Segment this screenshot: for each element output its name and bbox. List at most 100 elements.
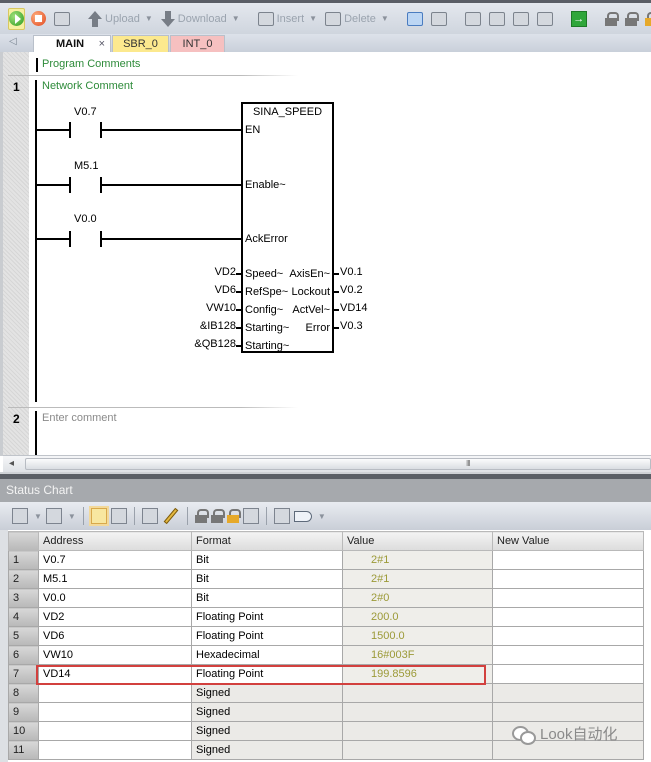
address-cell[interactable]: VD2	[38, 607, 192, 627]
unlock-button[interactable]	[623, 8, 639, 30]
protect-button[interactable]	[643, 8, 651, 30]
lock-button[interactable]	[603, 8, 619, 30]
chevron-down-icon[interactable]: ▼	[34, 512, 42, 521]
address-cell[interactable]: VW10	[38, 645, 192, 665]
address-cell[interactable]	[38, 702, 192, 722]
address-cell[interactable]	[38, 740, 192, 760]
new-value-cell[interactable]	[492, 550, 644, 570]
table-row[interactable]: 5 VD6 Floating Point 1500.0	[8, 626, 644, 646]
program-comments[interactable]: Program Comments	[42, 58, 140, 70]
new-value-cell[interactable]	[492, 702, 644, 722]
format-cell[interactable]: Hexadecimal	[191, 645, 343, 665]
output-operand[interactable]: V0.2	[340, 284, 363, 296]
address-cell[interactable]: V0.0	[38, 588, 192, 608]
tab-int-0[interactable]: INT_0	[170, 35, 225, 52]
read-forced-icon[interactable]	[242, 508, 259, 524]
header-address[interactable]: Address	[38, 531, 192, 551]
format-cell[interactable]: Signed	[191, 721, 343, 741]
force-icon[interactable]	[194, 509, 209, 523]
input-operand[interactable]: VD2	[215, 266, 236, 278]
address-cell[interactable]: M5.1	[38, 569, 192, 589]
unforce-icon[interactable]	[210, 509, 225, 523]
read-icon[interactable]	[141, 508, 158, 524]
unforce-all-icon[interactable]	[226, 509, 241, 523]
contact-no-left[interactable]	[69, 122, 71, 138]
table-row[interactable]: 4 VD2 Floating Point 200.0	[8, 607, 644, 627]
new-value-cell[interactable]	[492, 645, 644, 665]
chart-status-icon[interactable]	[90, 508, 107, 524]
address-cell[interactable]	[38, 683, 192, 703]
format-cell[interactable]: Floating Point	[191, 626, 343, 646]
contact-no-left[interactable]	[69, 231, 71, 247]
address-cell[interactable]: VD14	[38, 664, 192, 684]
insert-button[interactable]: Insert ▼	[256, 8, 319, 30]
bookmark-button[interactable]	[463, 8, 483, 30]
address-cell[interactable]	[38, 721, 192, 741]
new-value-cell[interactable]	[492, 664, 644, 684]
address-cell[interactable]: VD6	[38, 626, 192, 646]
tag-icon[interactable]	[293, 510, 312, 522]
horizontal-scrollbar[interactable]: ◂ III	[3, 455, 651, 472]
bookmark-prev-button[interactable]	[487, 8, 507, 30]
format-cell[interactable]: Floating Point	[191, 607, 343, 627]
format-cell[interactable]: Bit	[191, 569, 343, 589]
table-row[interactable]: 9 Signed	[8, 702, 644, 722]
bookmark-next-button[interactable]	[511, 8, 531, 30]
network-comment[interactable]: Enter comment	[42, 412, 117, 424]
table-row[interactable]: 2 M5.1 Bit 2#1	[8, 569, 644, 589]
table-row[interactable]: 6 VW10 Hexadecimal 16#003F	[8, 645, 644, 665]
table-row[interactable]: 3 V0.0 Bit 2#0	[8, 588, 644, 608]
trend-button[interactable]	[429, 8, 449, 30]
table-row[interactable]: 8 Signed	[8, 683, 644, 703]
contact-no-left[interactable]	[69, 177, 71, 193]
new-value-cell[interactable]	[492, 588, 644, 608]
new-value-cell[interactable]	[492, 607, 644, 627]
compile-button[interactable]	[52, 8, 72, 30]
chevron-down-icon[interactable]: ▼	[318, 512, 326, 521]
input-operand[interactable]: VD6	[215, 284, 236, 296]
delete-row-icon[interactable]	[45, 508, 62, 524]
write-icon[interactable]	[163, 507, 179, 525]
output-operand[interactable]: V0.1	[340, 266, 363, 278]
program-status-button[interactable]	[405, 8, 425, 30]
format-cell[interactable]: Signed	[191, 702, 343, 722]
format-cell[interactable]: Bit	[191, 588, 343, 608]
format-cell[interactable]: Signed	[191, 683, 343, 703]
bookmark-clear-button[interactable]	[535, 8, 555, 30]
goto-button[interactable]: →	[569, 8, 589, 30]
new-value-cell[interactable]	[492, 626, 644, 646]
trend-view-icon[interactable]	[273, 508, 290, 524]
tab-sbr-0[interactable]: SBR_0	[112, 35, 169, 52]
format-cell[interactable]: Floating Point	[191, 664, 343, 684]
chevron-down-icon[interactable]: ▼	[68, 512, 76, 521]
network-comment[interactable]: Network Comment	[42, 80, 133, 92]
input-operand[interactable]: VW10	[206, 302, 236, 314]
header-format[interactable]: Format	[191, 531, 343, 551]
stop-button[interactable]	[29, 8, 48, 30]
scroll-left-icon[interactable]: ◂	[9, 458, 14, 469]
header-new-value[interactable]: New Value	[492, 531, 644, 551]
new-value-cell[interactable]	[492, 683, 644, 703]
input-operand[interactable]: &QB128	[194, 338, 236, 350]
insert-row-icon[interactable]	[12, 508, 28, 524]
format-cell[interactable]: Signed	[191, 740, 343, 760]
pause-trend-icon[interactable]	[110, 508, 127, 524]
header-value[interactable]: Value	[342, 531, 493, 551]
delete-button[interactable]: Delete ▼	[323, 8, 391, 30]
scrollbar-thumb[interactable]: III	[25, 458, 651, 470]
address-cell[interactable]: V0.7	[38, 550, 192, 570]
download-button[interactable]: Download ▼	[159, 8, 242, 30]
tab-scroll-left-icon[interactable]: ◁	[9, 36, 17, 47]
table-row[interactable]: 1 V0.7 Bit 2#1	[8, 550, 644, 570]
close-icon[interactable]: ×	[99, 36, 105, 52]
table-row[interactable]: 7 VD14 Floating Point 199.8596	[8, 664, 644, 684]
sina-speed-block[interactable]: SINA_SPEED EN Enable~ AckError Speed~ Re…	[241, 102, 334, 353]
pane-splitter[interactable]	[0, 472, 651, 479]
run-button[interactable]	[8, 7, 25, 30]
output-operand[interactable]: V0.3	[340, 320, 363, 332]
new-value-cell[interactable]	[492, 569, 644, 589]
format-cell[interactable]: Bit	[191, 550, 343, 570]
output-operand[interactable]: VD14	[340, 302, 368, 314]
upload-button[interactable]: Upload ▼	[86, 8, 155, 30]
tab-main[interactable]: MAIN ×	[33, 35, 111, 52]
